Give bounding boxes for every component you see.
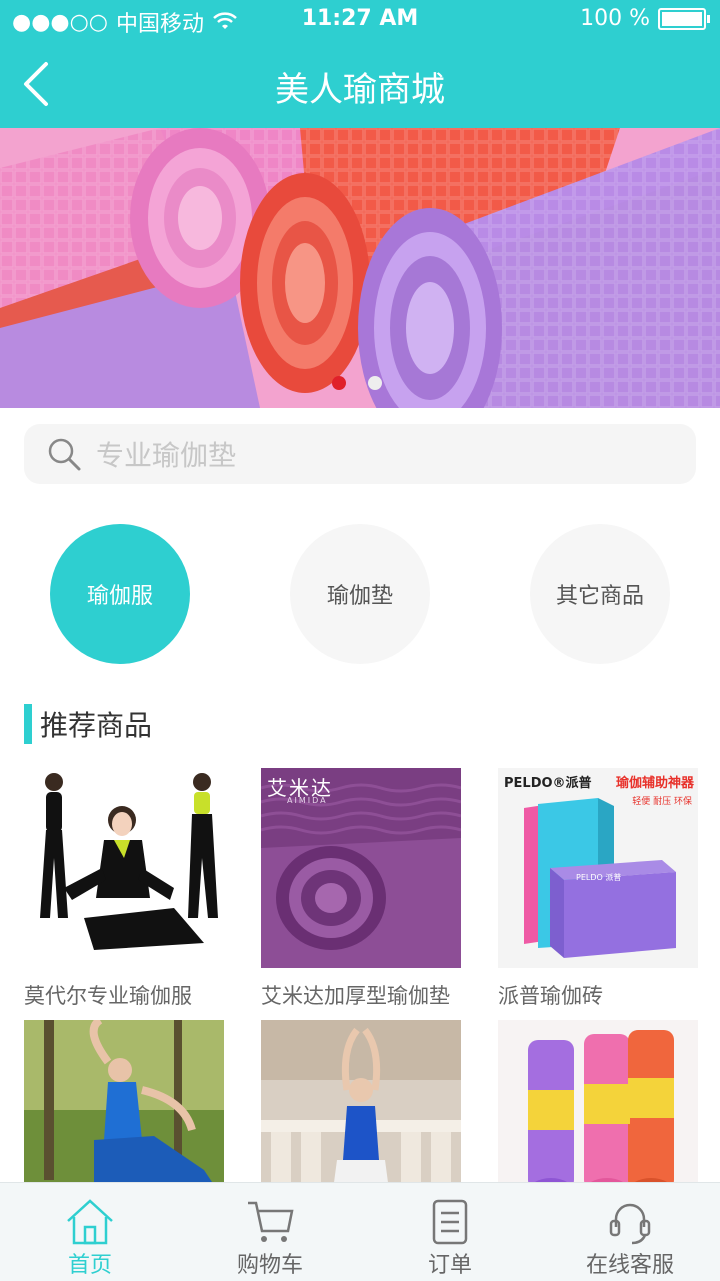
nav-bar: 美人瑜商城 [0,40,720,128]
category-yoga-clothes[interactable]: 瑜伽服 [50,524,190,664]
product-card[interactable]: PELDO®派普 瑜伽辅助神器 轻便 耐压 环保 PELDO 派普 派普瑜伽砖 [498,768,698,1010]
category-other[interactable]: 其它商品 [530,524,670,664]
battery-percent: 100 % [580,6,650,31]
search-input[interactable] [94,432,678,478]
category-label: 其它商品 [555,584,644,609]
category-label: 瑜伽垫 [326,584,393,609]
banner-carousel[interactable] [0,128,720,408]
product-name: 艾米达加厚型瑜伽垫 [261,984,450,1008]
block-label-text: PELDO 派普 [576,873,622,882]
tab-label: 订单 [427,1253,472,1278]
tab-orders[interactable]: 订单 [360,1183,540,1281]
product-card[interactable]: 艾米达 AIMIDA 艾米达加厚型瑜伽垫 [261,768,461,1010]
product-image: PELDO®派普 瑜伽辅助神器 轻便 耐压 环保 PELDO 派普 [498,768,698,968]
search-bar [24,424,696,484]
status-bar: ●●●○○ 中国移动 11:27 AM 100 % [0,0,720,40]
product-image [24,768,224,968]
banner-image [0,128,720,408]
page-title: 美人瑜商城 [275,70,445,110]
headset-icon [609,1203,651,1245]
section-header-recommend: 推荐商品 [24,704,152,744]
category-label: 瑜伽服 [86,584,153,609]
promo-text: 瑜伽辅助神器 [615,776,694,791]
tab-label: 在线客服 [585,1253,674,1278]
tab-cart[interactable]: 购物车 [180,1183,360,1281]
search-icon [48,438,81,471]
carousel-dot-active[interactable] [332,376,346,390]
carousel-dot[interactable] [368,376,382,390]
tab-bar: 首页 购物车 订单 在线客服 [0,1182,720,1281]
cart-icon [248,1201,294,1242]
category-yoga-mat[interactable]: 瑜伽垫 [290,524,430,664]
carousel-dots [332,376,382,390]
tab-home[interactable]: 首页 [0,1183,180,1281]
tab-customer-service[interactable]: 在线客服 [540,1183,720,1281]
battery-icon [658,7,710,30]
product-name: 派普瑜伽砖 [498,984,603,1008]
status-right: 100 % [580,6,710,31]
section-title: 推荐商品 [40,709,153,742]
tab-label: 购物车 [236,1253,303,1278]
category-row: 瑜伽服 瑜伽垫 其它商品 [0,524,720,664]
home-icon [67,1199,113,1245]
section-accent-bar [24,704,32,744]
product-image: 艾米达 AIMIDA [261,768,461,968]
product-card[interactable]: 莫代尔专业瑜伽服 [24,768,224,1010]
order-icon [432,1199,468,1245]
promo-subtext: 轻便 耐压 环保 [632,797,692,807]
brand-logo-subtext: AIMIDA [287,796,328,805]
product-name: 莫代尔专业瑜伽服 [24,984,192,1008]
brand-logo-text: PELDO®派普 [504,776,592,791]
tab-label: 首页 [67,1253,112,1278]
